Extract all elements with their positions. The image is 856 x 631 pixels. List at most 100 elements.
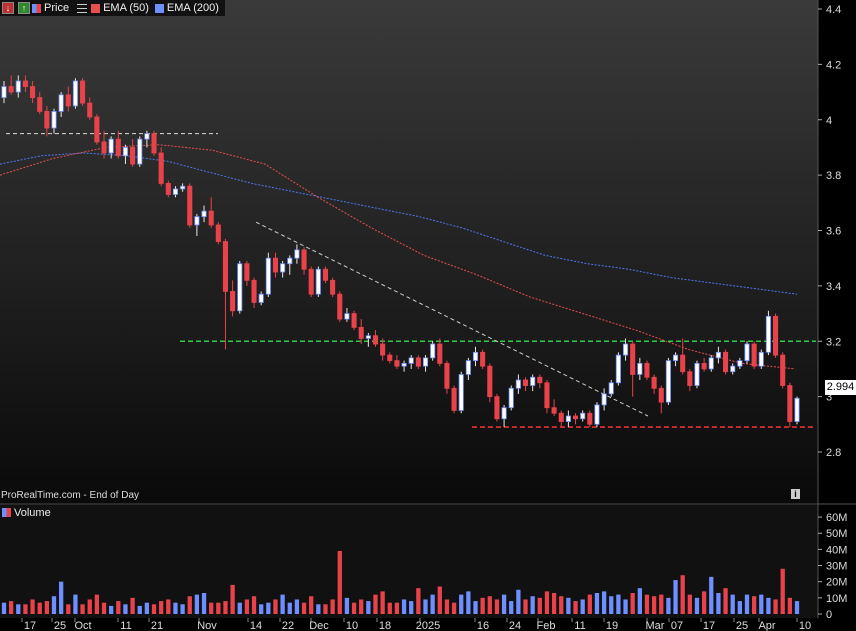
volume-bar xyxy=(51,596,57,614)
volume-tick-label: 50M xyxy=(826,528,847,540)
candle-body-down xyxy=(251,279,257,303)
candle-body-down xyxy=(30,86,36,99)
info-icon[interactable]: i xyxy=(791,489,800,499)
candle xyxy=(694,360,700,389)
candle xyxy=(72,78,78,109)
candle-body-up xyxy=(472,351,479,362)
volume-bar xyxy=(273,599,278,614)
volume-bar xyxy=(594,593,600,614)
candle xyxy=(308,266,314,297)
price-label: Price xyxy=(44,2,70,14)
volume-bar xyxy=(144,602,150,614)
volume-bar xyxy=(123,604,128,614)
arrow-down-icon[interactable]: ↓ xyxy=(2,2,14,14)
volume-bar xyxy=(673,580,678,614)
candle-body-down xyxy=(773,315,779,356)
candle-body-down xyxy=(337,293,343,320)
candle-body-up xyxy=(594,404,600,425)
volume-bar xyxy=(616,594,621,614)
candle-body-down xyxy=(44,111,50,129)
date-tick-label: 07 xyxy=(671,620,683,631)
legend-ema200[interactable]: EMA (200) xyxy=(154,2,219,14)
volume-bar xyxy=(666,597,671,614)
candle-body-down xyxy=(358,327,364,339)
volume-bar xyxy=(659,594,664,614)
volume-bar xyxy=(187,596,192,614)
candle-body-down xyxy=(701,362,707,370)
volume-bar xyxy=(451,602,457,614)
date-tick-label: 14 xyxy=(250,620,262,631)
candle-body-up xyxy=(344,313,350,320)
volume-bar xyxy=(694,597,700,614)
volume-bar xyxy=(559,596,564,614)
candle-body-up xyxy=(530,376,536,386)
candle xyxy=(723,349,729,375)
chart-toolbar: ↓ ↑ Price EMA (50) EMA (200) xyxy=(0,0,225,16)
ema50-swatch xyxy=(91,3,101,13)
candle xyxy=(322,266,329,284)
candle xyxy=(615,352,621,386)
volume-bar xyxy=(373,594,378,614)
volume-bar xyxy=(544,591,550,614)
legend-ema50[interactable]: EMA (50) xyxy=(91,2,149,14)
candle xyxy=(237,260,243,314)
date-tick-label: 25 xyxy=(736,620,748,631)
volume-bar xyxy=(266,602,271,614)
volume-bar xyxy=(359,599,364,614)
candle xyxy=(265,252,271,297)
date-tick-label: Oct xyxy=(74,620,91,631)
candle-body-down xyxy=(222,241,229,292)
candle xyxy=(430,341,436,361)
volume-bar xyxy=(251,596,257,614)
volume-bar xyxy=(509,601,514,614)
candle-body-down xyxy=(544,382,550,409)
candle-body-up xyxy=(72,80,78,107)
candle-body-up xyxy=(622,343,629,356)
date-tick-label: 22 xyxy=(282,620,294,631)
candle xyxy=(451,385,457,414)
candle-body-up xyxy=(501,407,507,420)
volume-tick-label: 60M xyxy=(826,512,847,524)
volume-legend[interactable]: Volume xyxy=(0,505,54,520)
candle-body-up xyxy=(108,138,114,154)
candle xyxy=(608,380,614,397)
candle-body-down xyxy=(230,291,236,312)
price-axis-bg xyxy=(818,0,856,503)
volume-bar xyxy=(444,599,450,614)
price-tick-label: 2.8 xyxy=(826,447,841,459)
candle-body-up xyxy=(744,343,750,362)
candle-body-up xyxy=(172,188,179,195)
volume-bar xyxy=(223,601,228,614)
candle-body-up xyxy=(601,393,607,406)
candle-body-down xyxy=(330,279,336,295)
candle-body-down xyxy=(437,343,443,364)
candle-body-up xyxy=(673,354,679,362)
date-tick-label: Feb xyxy=(537,620,556,631)
price-tick-label: 3.8 xyxy=(826,170,841,182)
volume-bar xyxy=(1,602,7,614)
volume-bar xyxy=(309,596,314,614)
candle xyxy=(137,136,143,167)
candle-body-down xyxy=(151,133,157,154)
menu-icon[interactable] xyxy=(77,3,88,13)
date-tick-label: 24 xyxy=(509,620,521,631)
volume-bar xyxy=(773,599,778,614)
volume-bar xyxy=(737,601,742,614)
arrow-up-icon[interactable]: ↑ xyxy=(18,2,30,14)
candle-body-down xyxy=(387,354,393,362)
candle xyxy=(165,180,171,198)
volume-bar xyxy=(280,594,285,614)
candle xyxy=(80,78,86,106)
candle-body-up xyxy=(737,360,743,367)
candle-body-down xyxy=(415,357,421,367)
candle xyxy=(794,396,800,425)
candle-body-down xyxy=(351,313,357,328)
volume-bar xyxy=(409,601,414,614)
legend-price[interactable]: Price xyxy=(32,2,69,14)
volume-tick-label: 20M xyxy=(826,577,847,589)
candle xyxy=(187,183,193,228)
candle-body-up xyxy=(294,249,300,259)
volume-bar xyxy=(109,605,114,614)
volume-tick-label: 40M xyxy=(826,544,847,556)
candle-body-up xyxy=(15,80,21,93)
